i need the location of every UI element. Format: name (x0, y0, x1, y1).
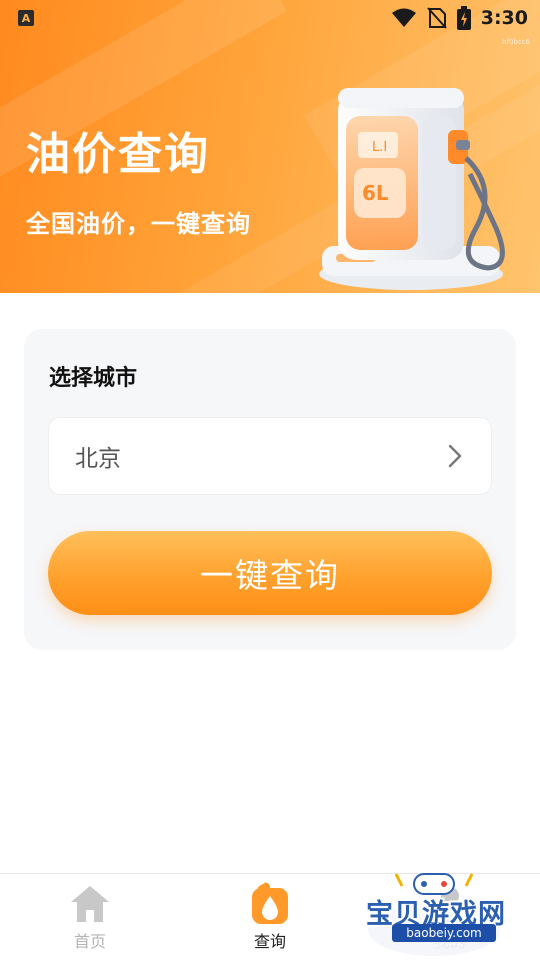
selected-city: 北京 (75, 446, 121, 472)
status-icons: 3:30 (391, 6, 528, 30)
build-tag: bf0bcc6 (502, 38, 530, 46)
oil-drop-icon (252, 882, 288, 924)
oil-price-query-screen: A 3:30 bf0bcc6 油价查询 全国油价，一键查询 L.I 6L 选择城… (0, 0, 540, 960)
city-query-card: 选择城市 北京 一键查询 (24, 329, 516, 650)
tab-query[interactable]: 查询 (210, 874, 330, 960)
one-click-query-button[interactable]: 一键查询 (48, 531, 492, 615)
status-bar: A 3:30 (0, 0, 540, 36)
page-subtitle: 全国油价，一键查询 (26, 210, 251, 238)
clock: 3:30 (480, 7, 528, 29)
tab-home-label: 首页 (73, 932, 106, 951)
fuel-pump-illustration: L.I 6L (319, 88, 505, 290)
battery-charging-icon (456, 6, 471, 30)
site-watermark: 宝贝游戏网 baobeiy.com (362, 866, 512, 960)
tab-home[interactable]: 首页 (30, 874, 150, 960)
app-notification-icon: A (18, 10, 34, 26)
page-title: 油价查询 (26, 129, 210, 180)
pump-display-text: 6L (362, 181, 389, 205)
tab-query-label: 查询 (253, 932, 286, 951)
hero-banner: A 3:30 bf0bcc6 油价查询 全国油价，一键查询 L.I 6L (0, 0, 540, 293)
no-sim-icon (426, 7, 447, 29)
chevron-right-icon (448, 444, 462, 468)
select-city-label: 选择城市 (49, 366, 138, 391)
city-selector[interactable]: 北京 (48, 417, 492, 495)
svg-text:L.I: L.I (372, 140, 387, 155)
watermark-url: baobeiy.com (392, 924, 496, 942)
home-icon (71, 886, 109, 922)
wifi-icon (391, 8, 416, 27)
